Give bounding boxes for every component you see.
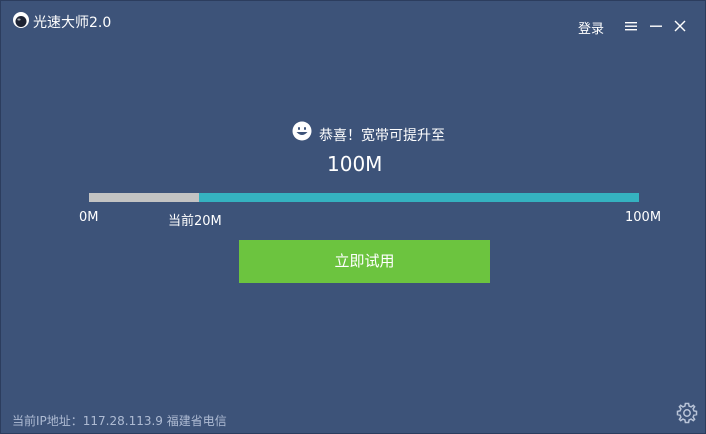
close-button[interactable]: [669, 15, 691, 37]
app-title: 光速大师2.0: [33, 15, 112, 31]
smile-icon: [292, 121, 312, 141]
menu-button[interactable]: [620, 15, 642, 37]
app-logo-icon: [13, 12, 29, 28]
settings-button[interactable]: [675, 401, 699, 425]
gear-icon: [676, 402, 698, 424]
hamburger-menu-icon: [625, 22, 637, 31]
progress-max-label: 100M: [625, 210, 662, 225]
minimize-icon: [650, 25, 662, 27]
title-bar[interactable]: 光速大师2.0 登录: [1, 1, 705, 41]
congrats-message: 恭喜！宽带可提升至: [319, 128, 445, 144]
login-link[interactable]: 登录: [578, 18, 604, 37]
progress-current-label: 当前20M: [168, 214, 222, 229]
try-now-button[interactable]: 立即试用: [239, 240, 490, 283]
close-icon: [674, 20, 686, 32]
current-speed-fill: [89, 193, 199, 202]
target-speed: 100M: [327, 152, 383, 176]
app-window: 光速大师2.0 登录 恭喜！宽带可提升至 100M 0M 当前20M 100M …: [0, 0, 706, 434]
minimize-button[interactable]: [645, 15, 667, 37]
progress-min-label: 0M: [79, 210, 99, 225]
speed-progress-bar: [89, 193, 639, 202]
ip-address-status: 当前IP地址：117.28.113.9 福建省电信: [12, 414, 227, 428]
